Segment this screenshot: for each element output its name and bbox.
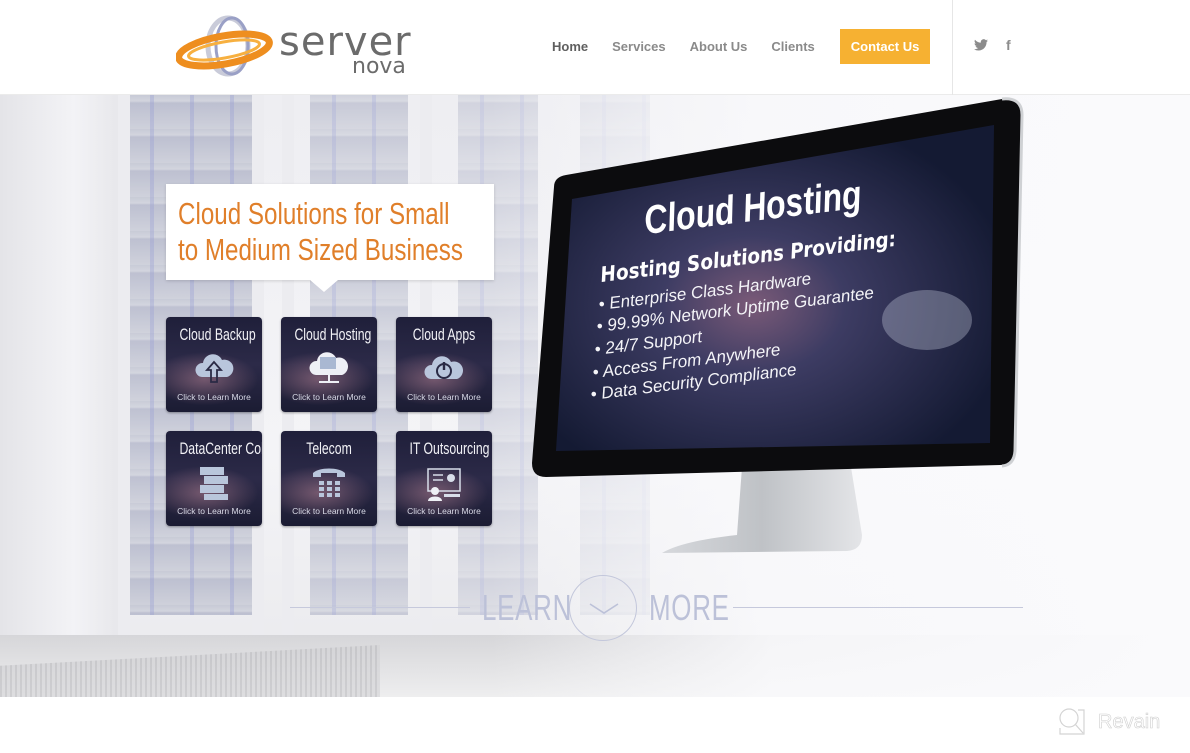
background-cabinet (0, 95, 125, 655)
contact-us-button[interactable]: Contact Us (839, 29, 931, 64)
facebook-icon[interactable]: f (1006, 37, 1011, 53)
tile-title: IT Outsourcing (409, 439, 490, 458)
telephone-icon (313, 468, 345, 497)
site-header: server nova Home Services About Us Clien… (0, 0, 1190, 95)
tile-title: Cloud Hosting (294, 325, 372, 344)
hero-banner: Cloud Solutions for Small to Medium Size… (0, 95, 1190, 697)
tile-subtitle: Click to Learn More (292, 506, 366, 516)
tile-subtitle: Click to Learn More (177, 392, 251, 402)
tile-title: Cloud Backup (179, 325, 256, 344)
headline-line-1: Cloud Solutions for Small (178, 196, 450, 231)
twitter-icon[interactable] (974, 39, 988, 51)
headline-callout: Cloud Solutions for Small to Medium Size… (166, 184, 494, 292)
watermark-text: Revain (1098, 710, 1161, 733)
tile-subtitle: Click to Learn More (407, 506, 481, 516)
nav-clients[interactable]: Clients (771, 39, 814, 54)
nav-services[interactable]: Services (612, 39, 666, 54)
tile-cloud-hosting[interactable]: Cloud Hosting Click to Learn More (281, 317, 377, 412)
nav-home[interactable]: Home (552, 39, 588, 54)
logo[interactable]: server nova (176, 12, 426, 80)
tile-title: Telecom (306, 439, 352, 458)
tile-title: Cloud Apps (412, 325, 476, 344)
learn-label[interactable]: LEARN (482, 588, 572, 628)
revain-watermark: Revain (1056, 706, 1161, 738)
cloud-upload-icon (195, 354, 234, 383)
it-support-icon (427, 468, 461, 501)
tile-it-outsourcing[interactable]: IT Outsourcing Click to Learn More (396, 431, 492, 526)
orbit-swoosh-logo-icon (176, 15, 273, 77)
cloud-power-icon (424, 356, 464, 379)
header-divider (952, 0, 953, 95)
logo-text-nova: nova (352, 54, 406, 79)
tile-subtitle: Click to Learn More (177, 506, 251, 516)
tile-datacenter-colo[interactable]: DataCenter Colo Click to Learn More (166, 431, 262, 526)
tile-cloud-apps[interactable]: Cloud Apps Click to Learn More (396, 317, 492, 412)
tile-cloud-backup[interactable]: Cloud Backup Click to Learn More (166, 317, 262, 412)
divider-line-right (733, 607, 1023, 608)
server-stack-icon (200, 467, 228, 500)
headline-line-2: to Medium Sized Business (178, 232, 463, 267)
nav-about-us[interactable]: About Us (690, 39, 748, 54)
divider-line-left (290, 607, 470, 608)
tile-subtitle: Click to Learn More (407, 392, 481, 402)
revain-logo-icon (1059, 708, 1085, 735)
tile-subtitle: Click to Learn More (292, 392, 366, 402)
monitor-graphic: Cloud Hosting Hosting Solutions Providin… (532, 95, 1027, 565)
social-links: f (974, 37, 1011, 53)
tile-telecom[interactable]: Telecom Click to Learn More (281, 431, 377, 526)
cloud-network-icon (309, 352, 349, 383)
main-nav: Home Services About Us Clients Contact U… (540, 29, 931, 64)
chevron-down-icon (589, 603, 619, 614)
more-label[interactable]: MORE (649, 588, 730, 628)
tile-title: DataCenter Colo (179, 439, 262, 458)
learn-more-button[interactable] (569, 575, 637, 641)
